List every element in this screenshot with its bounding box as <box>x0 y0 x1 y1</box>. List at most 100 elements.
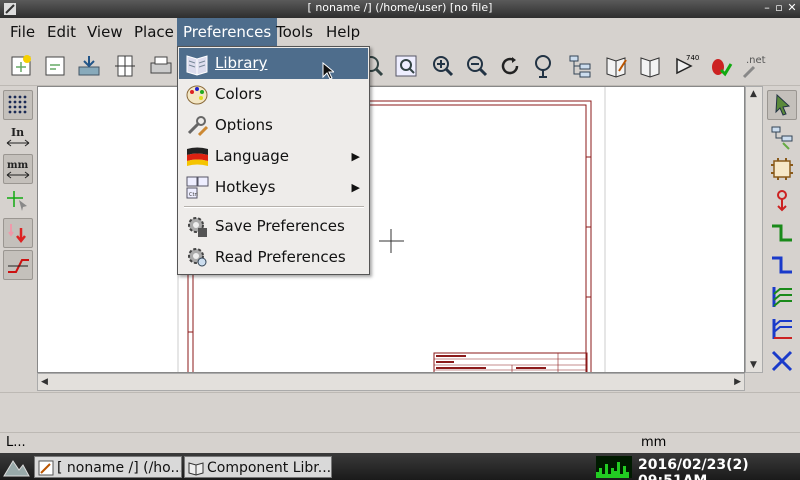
schematic-canvas[interactable] <box>37 86 745 373</box>
wire-to-bus-entry-button[interactable] <box>767 282 797 312</box>
vertical-scrollbar[interactable]: ▲ ▼ <box>745 86 763 373</box>
cursor-shape-button[interactable] <box>3 186 33 216</box>
units-inch-button[interactable]: In <box>3 122 33 152</box>
menu-place[interactable]: Place <box>128 18 180 46</box>
schematic-sheet <box>177 87 606 372</box>
menu-item-colors[interactable]: Colors <box>179 79 368 110</box>
annotate-chip-icon: 7402 <box>676 54 700 75</box>
status-units: mm <box>641 435 667 450</box>
taskbar-item-component-library[interactable]: Component Libr... <box>184 456 332 478</box>
navigate-hierarchy-button[interactable] <box>767 122 797 152</box>
zoom-page-button[interactable] <box>391 51 421 81</box>
left-toolbar: In mm <box>0 86 36 392</box>
place-wire-button[interactable] <box>767 218 797 248</box>
printer-icon <box>150 56 172 74</box>
zoom-selection-button[interactable] <box>529 51 559 81</box>
start-menu-icon[interactable] <box>2 456 30 478</box>
menu-item-language[interactable]: Language ▶ <box>179 141 368 172</box>
crosshair-cursor <box>379 229 404 253</box>
status-text: L... <box>6 435 26 450</box>
submenu-arrow-icon: ▶ <box>351 150 360 163</box>
bus-wire-angle-button[interactable] <box>3 250 33 280</box>
maximize-icon[interactable]: ▫ <box>772 1 786 14</box>
library-book-icon <box>186 55 208 76</box>
cpu-monitor-icon <box>596 456 632 478</box>
hierarchy-nav-icon <box>771 126 793 150</box>
menu-item-save-preferences[interactable]: Save Preferences <box>179 211 368 242</box>
place-bus-button[interactable] <box>767 250 797 280</box>
taskbar: [ noname /] (/ho... Component Libr... 20… <box>0 453 800 480</box>
redraw-button[interactable] <box>495 51 525 81</box>
no-connect-button[interactable] <box>767 346 797 376</box>
horizontal-scrollbar[interactable]: ◀ ▶ <box>37 373 745 391</box>
scroll-left-icon[interactable]: ◀ <box>41 377 48 387</box>
menu-bar: File Edit View Place Preferences Tools H… <box>0 18 800 46</box>
status-bar: L... mm <box>0 432 800 453</box>
library-browser-button[interactable] <box>635 51 665 81</box>
hidden-pins-button[interactable] <box>3 218 33 248</box>
preferences-dropdown: Library Colors Options Language ▶ Ctrl H… <box>177 46 370 275</box>
taskbar-item-schematic[interactable]: [ noname /] (/ho... <box>34 456 182 478</box>
zoom-in-icon <box>433 56 454 77</box>
annotate-button[interactable]: 7402 <box>672 51 702 81</box>
wire-angle-icon <box>8 259 29 273</box>
window-title-bar[interactable]: [ noname /] (/home/user) [no file] – ▫ ✕ <box>0 0 800 18</box>
hidden-pins-icon <box>8 224 26 244</box>
library-editor-button[interactable] <box>601 51 631 81</box>
netlist-button[interactable]: .net <box>738 51 768 81</box>
taskbar-item-label: Component Libr... <box>207 460 332 476</box>
options-tools-icon <box>187 116 209 137</box>
menu-item-label: Colors <box>215 85 262 103</box>
new-sheet-icon <box>11 55 31 76</box>
print-button[interactable] <box>146 51 176 81</box>
erc-bug-icon <box>712 59 733 77</box>
taskbar-clock: 2016/02/23(2) 09:51AM <box>638 457 749 480</box>
zoom-out-icon <box>467 56 488 77</box>
eeschema-icon <box>38 460 54 476</box>
grid-toggle-button[interactable] <box>3 90 33 120</box>
menu-item-read-preferences[interactable]: Read Preferences <box>179 242 368 273</box>
menu-item-library[interactable]: Library <box>179 48 368 79</box>
menu-item-label: Read Preferences <box>215 248 346 266</box>
hierarchy-icon <box>569 55 591 78</box>
library-icon <box>188 462 204 476</box>
wire-bus-entry-icon <box>772 287 792 307</box>
message-panel <box>0 392 800 432</box>
bus-to-bus-entry-button[interactable] <box>767 314 797 344</box>
menu-preferences[interactable]: Preferences <box>177 18 278 46</box>
menu-file[interactable]: File <box>4 18 41 46</box>
erc-button[interactable] <box>705 51 735 81</box>
inch-label: In <box>11 126 24 139</box>
zoom-in-button[interactable] <box>428 51 458 81</box>
page-settings-button[interactable] <box>110 51 140 81</box>
grid-icon <box>8 95 27 114</box>
palette-icon <box>186 85 208 105</box>
hierarchy-button[interactable] <box>565 51 595 81</box>
sheet-setup-button[interactable] <box>40 51 70 81</box>
select-arrow-icon <box>775 93 791 116</box>
sheet-setup-icon <box>45 56 65 76</box>
menu-item-options[interactable]: Options <box>179 110 368 141</box>
menu-help[interactable]: Help <box>320 18 366 46</box>
place-power-button[interactable] <box>767 186 797 216</box>
menu-view[interactable]: View <box>81 18 129 46</box>
place-component-button[interactable] <box>767 154 797 184</box>
zoom-out-button[interactable] <box>462 51 492 81</box>
net-label: .net <box>746 55 766 66</box>
menu-tools[interactable]: Tools <box>270 18 319 46</box>
inch-units-icon: In <box>6 126 30 147</box>
menu-item-label: Hotkeys <box>215 178 276 196</box>
close-icon[interactable]: ✕ <box>785 1 799 14</box>
scroll-down-icon[interactable]: ▼ <box>750 360 757 370</box>
menu-edit[interactable]: Edit <box>41 18 82 46</box>
power-port-icon <box>777 190 787 212</box>
units-mm-button[interactable]: mm <box>3 154 33 184</box>
import-button[interactable] <box>74 51 104 81</box>
select-tool-button[interactable] <box>767 90 797 120</box>
redraw-icon <box>501 57 519 75</box>
scroll-up-icon[interactable]: ▲ <box>750 89 757 99</box>
gear-save-icon <box>188 217 207 237</box>
scroll-right-icon[interactable]: ▶ <box>734 377 741 387</box>
menu-item-hotkeys[interactable]: Ctrl Hotkeys ▶ <box>179 172 368 203</box>
new-sheet-button[interactable] <box>6 51 36 81</box>
